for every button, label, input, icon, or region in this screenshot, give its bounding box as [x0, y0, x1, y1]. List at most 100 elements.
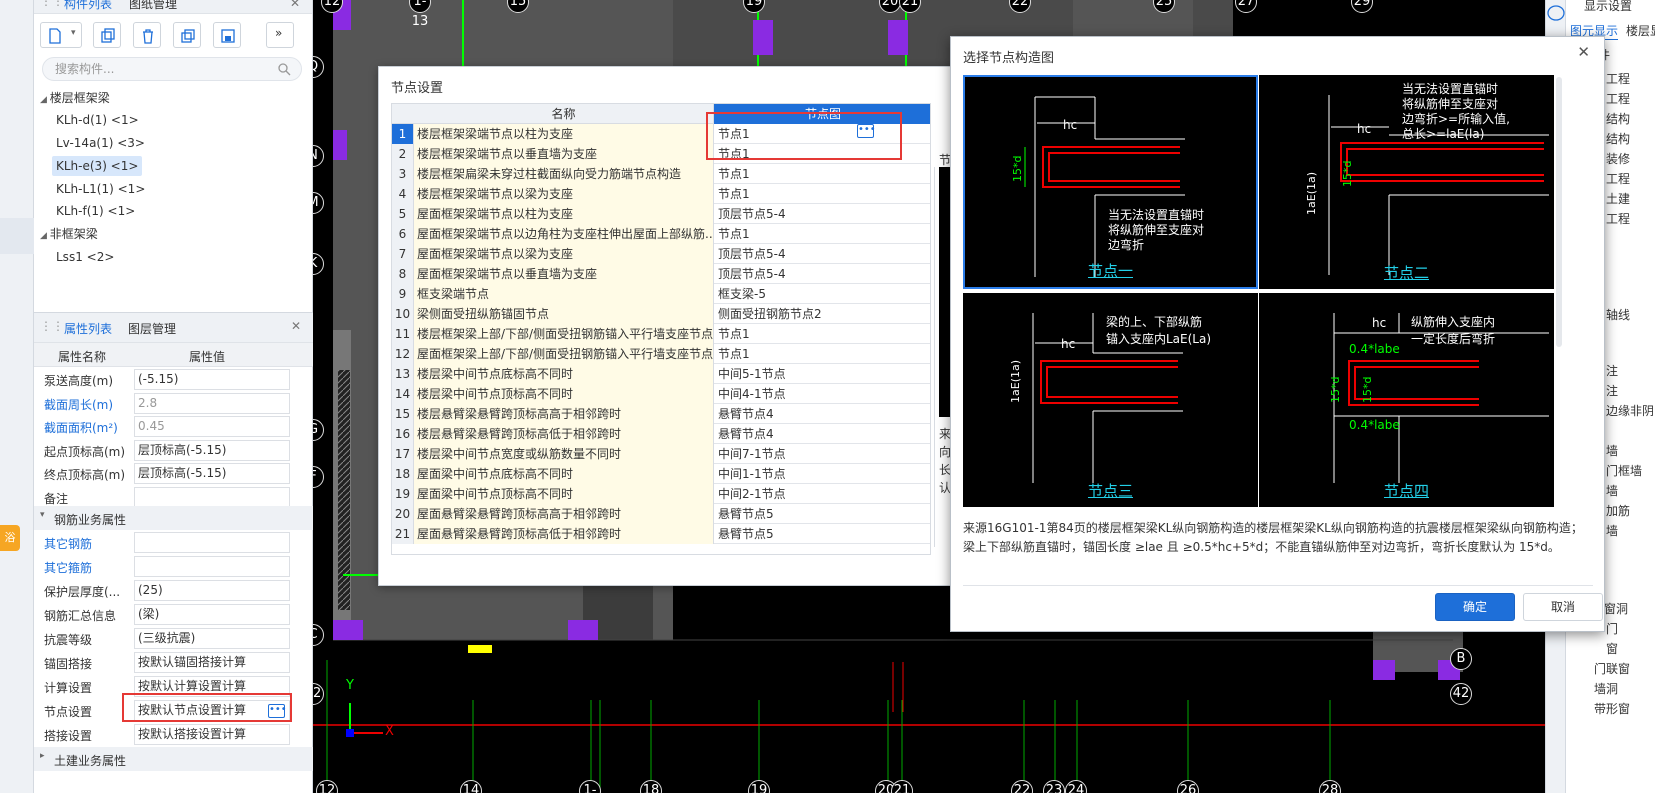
- tree-group-non-frame-beam[interactable]: ◢ 非框架梁: [40, 224, 98, 244]
- node-option-4[interactable]: 0.4*labe 0.4*labe hc 15*d 15*d 纵筋伸入支座内 一…: [1259, 293, 1554, 507]
- row-value[interactable]: 框支梁-5: [714, 284, 930, 304]
- collapse-icon[interactable]: ◢: [40, 231, 50, 241]
- section-rebar[interactable]: ▾ 钢筋业务属性: [34, 506, 313, 530]
- collapse-icon[interactable]: ◢: [40, 95, 50, 105]
- table-row[interactable]: 19 屋面梁中间节点顶标高不同时 中间2-1节点: [392, 484, 930, 504]
- property-value-input[interactable]: 按默认锚固搭接计算: [134, 652, 290, 673]
- layer-item[interactable]: 边缘非阴: [1606, 402, 1654, 419]
- more-button[interactable]: »: [266, 22, 294, 48]
- property-value-input[interactable]: (-5.15): [134, 369, 290, 390]
- table-row[interactable]: 9 框支梁端节点 框支梁-5: [392, 284, 930, 304]
- layer-item[interactable]: 注: [1606, 362, 1618, 379]
- property-value-input[interactable]: (梁): [134, 604, 290, 625]
- row-value[interactable]: 节点1: [714, 184, 930, 204]
- table-row[interactable]: 21 屋面悬臂梁悬臂跨顶标高低于相邻跨时 悬臂节点5: [392, 524, 930, 544]
- tab-layer-management[interactable]: 图层管理: [128, 320, 176, 337]
- table-row[interactable]: 4 楼层框架梁端节点以梁为支座 节点1: [392, 184, 930, 204]
- property-value-input[interactable]: (三级抗震): [134, 628, 290, 649]
- close-icon[interactable]: ✕: [1577, 43, 1590, 61]
- layer-item[interactable]: 墙: [1606, 442, 1618, 459]
- drag-handle-icon[interactable]: ⋮⋮: [40, 319, 64, 333]
- row-value[interactable]: 节点1: [714, 224, 930, 244]
- table-row[interactable]: 13 楼层梁中间节点底标高不同时 中间5-1节点: [392, 364, 930, 384]
- section-civil[interactable]: ▸ 土建业务属性: [34, 747, 313, 771]
- tree-item[interactable]: KLh-f(1) <1>: [56, 201, 135, 221]
- ok-button[interactable]: 确定: [1435, 593, 1515, 621]
- drag-handle-icon[interactable]: ⋮⋮: [40, 0, 64, 8]
- table-row[interactable]: 14 楼层梁中间节点顶标高不同时 中间4-1节点: [392, 384, 930, 404]
- property-value-input[interactable]: [134, 532, 290, 553]
- close-icon[interactable]: ✕: [290, 0, 300, 10]
- layer-item[interactable]: 工程: [1606, 210, 1630, 227]
- close-icon[interactable]: ✕: [291, 319, 301, 333]
- tree-item[interactable]: KLh-d(1) <1>: [56, 110, 139, 130]
- layer-item[interactable]: 窗: [1606, 640, 1618, 657]
- row-value[interactable]: 节点1: [714, 324, 930, 344]
- layer-item[interactable]: 工程: [1606, 70, 1630, 87]
- row-value[interactable]: 节点1: [714, 164, 930, 184]
- new-component-button[interactable]: ▾: [40, 22, 82, 48]
- property-value-input[interactable]: 2.8: [134, 392, 290, 414]
- row-value[interactable]: 顶层节点5-4: [714, 244, 930, 264]
- delete-button[interactable]: [133, 22, 161, 48]
- tab-floor-display[interactable]: 楼层显示: [1626, 22, 1655, 39]
- layer-item[interactable]: 带形窗: [1594, 700, 1630, 717]
- layer-item[interactable]: 结构: [1606, 130, 1630, 147]
- node-option-3[interactable]: hc 1aE(1a) 梁的上、下部纵筋 锚入支座内LaE(La) 节点三: [963, 293, 1258, 507]
- more-options-button[interactable]: •••: [857, 124, 876, 138]
- table-row[interactable]: 17 楼层梁中间节点宽度或纵筋数量不同时 中间7-1节点: [392, 444, 930, 464]
- layer-item[interactable]: 工程: [1606, 170, 1630, 187]
- tree-item-selected[interactable]: KLh-e(3) <1>: [52, 156, 143, 176]
- node-option-1[interactable]: hc 15*d 当无法设置直锚时 将纵筋伸至支座对 边弯折 节点一: [963, 75, 1258, 289]
- tab-component-list[interactable]: 构件列表: [64, 0, 112, 13]
- layer-item[interactable]: 墙: [1606, 522, 1618, 539]
- row-value[interactable]: 中间1-1节点: [714, 464, 930, 484]
- property-value-input[interactable]: [134, 486, 290, 508]
- view-cube-icon[interactable]: [1546, 2, 1566, 24]
- table-row[interactable]: 15 楼层悬臂梁悬臂跨顶标高高于相邻跨时 悬臂节点4: [392, 404, 930, 424]
- row-value[interactable]: 中间2-1节点: [714, 484, 930, 504]
- layer-item[interactable]: 加筋: [1606, 502, 1630, 519]
- row-value[interactable]: 中间5-1节点: [714, 364, 930, 384]
- property-value-input[interactable]: 0.45: [134, 416, 290, 437]
- layer-item[interactable]: 结构: [1606, 110, 1630, 127]
- extract-button[interactable]: [213, 22, 241, 48]
- tree-item[interactable]: Lv-14a(1) <3>: [56, 133, 145, 153]
- chevron-down-icon[interactable]: ▾: [71, 28, 76, 38]
- table-row[interactable]: 10 梁侧面受扭纵筋锚固节点 侧面受扭钢筋节点2: [392, 304, 930, 324]
- table-row[interactable]: 20 屋面悬臂梁悬臂跨顶标高高于相邻跨时 悬臂节点5: [392, 504, 930, 524]
- layer-item[interactable]: 门: [1606, 620, 1618, 637]
- row-value[interactable]: 节点1: [714, 344, 930, 364]
- property-value-input[interactable]: 按默认搭接设置计算: [134, 724, 290, 745]
- copy-button[interactable]: [93, 22, 121, 48]
- row-value[interactable]: 侧面受扭钢筋节点2: [714, 304, 930, 324]
- table-row[interactable]: 8 屋面框架梁端节点以垂直墙为支座 顶层节点5-4: [392, 264, 930, 284]
- row-value[interactable]: 顶层节点5-4: [714, 264, 930, 284]
- table-row[interactable]: 7 屋面框架梁端节点以梁为支座 顶层节点5-4: [392, 244, 930, 264]
- layer-copy-button[interactable]: [173, 22, 201, 48]
- property-value-input[interactable]: 层顶标高(-5.15): [134, 439, 290, 461]
- node-option-2[interactable]: hc 1aE(1a) 15*d 当无法设置直锚时 将纵筋伸至支座对 边弯折>=所…: [1259, 75, 1554, 289]
- layer-item[interactable]: 门联窗: [1594, 660, 1630, 677]
- row-value[interactable]: 悬臂节点5: [714, 504, 930, 524]
- layer-item[interactable]: 门框墙: [1606, 462, 1642, 479]
- tree-group-frame-beam[interactable]: ◢ 楼层框架梁: [40, 88, 110, 108]
- layer-item[interactable]: 注: [1606, 382, 1618, 399]
- tab-property-list[interactable]: 属性列表: [64, 320, 112, 337]
- search-input[interactable]: 搜索构件...: [42, 57, 302, 81]
- layer-item[interactable]: 墙洞: [1594, 680, 1618, 697]
- row-value[interactable]: 悬臂节点5: [714, 524, 930, 544]
- property-value-input[interactable]: 层顶标高(-5.15): [134, 463, 290, 484]
- table-row[interactable]: 5 屋面框架梁端节点以柱为支座 顶层节点5-4: [392, 204, 930, 224]
- table-row[interactable]: 18 屋面梁中间节点底标高不同时 中间1-1节点: [392, 464, 930, 484]
- table-row[interactable]: 11 楼层框架梁上部/下部/侧面受扭钢筋锚入平行墙支座节点 节点1: [392, 324, 930, 344]
- layer-item[interactable]: 装修: [1606, 150, 1630, 167]
- row-value[interactable]: 悬臂节点4: [714, 424, 930, 444]
- property-value-input[interactable]: (25): [134, 580, 290, 601]
- table-row[interactable]: 16 楼层悬臂梁悬臂跨顶标高低于相邻跨时 悬臂节点4: [392, 424, 930, 444]
- scrollbar[interactable]: [1556, 77, 1562, 347]
- tree-item[interactable]: Lss1 <2>: [56, 247, 114, 267]
- row-value[interactable]: 中间4-1节点: [714, 384, 930, 404]
- tab-drawing-management[interactable]: 图纸管理: [129, 0, 177, 13]
- layer-item[interactable]: 土建: [1606, 190, 1630, 207]
